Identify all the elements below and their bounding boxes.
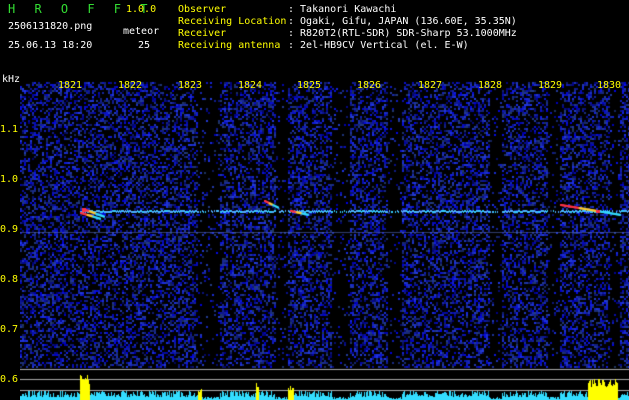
file-name: 2506131820.png <box>8 21 93 32</box>
minute-label-1826: 1826 <box>357 80 382 91</box>
meteor-count: 25 <box>138 40 151 51</box>
location-label: Receiving Location <box>178 16 287 27</box>
observer-value: : Takanori Kawachi <box>288 4 397 15</box>
freq-label-1-0: 1.0 <box>0 174 19 185</box>
minute-label-1827: 1827 <box>418 80 443 91</box>
location-value: : Ogaki, Gifu, JAPAN (136.60E, 35.35N) <box>288 16 517 27</box>
spectrogram-canvas <box>20 72 629 400</box>
freq-label-0-9: 0.9 <box>0 224 19 235</box>
freq-label-1-1: 1.1 <box>0 124 19 135</box>
minute-label-1828: 1828 <box>478 80 503 91</box>
antenna-value: : 2el-HB9CV Vertical (el. E-W) <box>288 40 469 51</box>
hrofft-window: H R O F F T 1.0.0 2506131820.png meteor … <box>0 0 629 400</box>
app-version: 1.0.0 <box>126 4 157 15</box>
freq-label-0-8: 0.8 <box>0 274 19 285</box>
antenna-label: Receiving antenna <box>178 40 281 51</box>
minute-label-1823: 1823 <box>178 80 203 91</box>
minute-label-1825: 1825 <box>297 80 322 91</box>
khz-unit-label: kHz <box>2 74 21 85</box>
freq-label-0-6: 0.6 <box>0 374 19 385</box>
minute-label-1821: 1821 <box>58 80 83 91</box>
minute-label-1822: 1822 <box>118 80 143 91</box>
capture-datetime: 25.06.13 18:20 <box>8 40 93 51</box>
freq-label-0-7: 0.7 <box>0 324 19 335</box>
receiver-label: Receiver <box>178 28 227 39</box>
observer-label: Observer <box>178 4 227 15</box>
minute-label-1824: 1824 <box>238 80 263 91</box>
minute-label-1830: 1830 <box>597 80 622 91</box>
receiver-value: : R820T2(RTL-SDR) SDR-Sharp 53.1000MHz <box>288 28 517 39</box>
minute-label-1829: 1829 <box>538 80 563 91</box>
meteor-label: meteor <box>123 26 160 37</box>
